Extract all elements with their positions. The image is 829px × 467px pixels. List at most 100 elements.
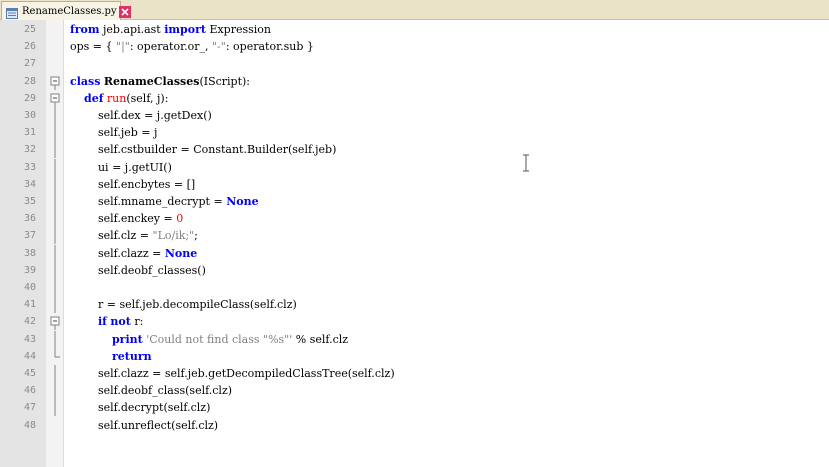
line-number: 40 bbox=[23, 282, 36, 293]
line-number: 26 bbox=[23, 41, 36, 53]
code-text: self.deobf_classes() bbox=[70, 262, 206, 279]
code-text: if not r: bbox=[70, 313, 143, 330]
fold-line-icon bbox=[47, 399, 63, 417]
code-line[interactable]: 37 self.clz = "Lo/ik;"; bbox=[0, 227, 829, 245]
code-token: : operator.or_, bbox=[129, 40, 212, 54]
code-text: self.clz = "Lo/ik;"; bbox=[70, 227, 198, 244]
code-token: % self.clz bbox=[292, 332, 349, 346]
code-token: ; bbox=[194, 229, 198, 243]
code-line[interactable]: 43 print 'Could not find class "%s"' % s… bbox=[0, 330, 829, 348]
keyword-token: import bbox=[164, 23, 206, 36]
code-line[interactable]: 25 from jeb.api.ast import Expression bbox=[0, 21, 829, 38]
code-line[interactable]: 46 self.deobf_class(self.clz) bbox=[0, 382, 829, 400]
code-line[interactable]: 34 self.encbytes = [] bbox=[0, 175, 829, 193]
code-line[interactable]: 39 self.deobf_classes() bbox=[0, 261, 829, 279]
line-number: 39 bbox=[23, 264, 36, 276]
code-line[interactable]: 44 return bbox=[0, 347, 829, 365]
tab-bar: RenameClasses.py bbox=[0, 0, 829, 20]
number-token: 0 bbox=[176, 212, 184, 226]
code-line[interactable]: 29 def run(self, j): bbox=[0, 90, 829, 107]
code-text: self.cstbuilder = Constant.Builder(self.… bbox=[70, 141, 336, 158]
code-token: r: bbox=[130, 315, 144, 329]
code-line[interactable]: 32 self.cstbuilder = Constant.Builder(se… bbox=[0, 141, 829, 159]
code-line[interactable]: 45 self.clazz = self.jeb.getDecompiledCl… bbox=[0, 365, 829, 382]
code-token: jeb.api.ast bbox=[99, 23, 165, 36]
code-line[interactable]: 48 self.unreflect(self.clz) bbox=[0, 417, 829, 434]
code-line[interactable]: 36 self.enckey = 0 bbox=[0, 210, 829, 228]
fold-line-icon bbox=[47, 279, 63, 296]
line-number: 32 bbox=[23, 144, 36, 156]
file-icon bbox=[6, 6, 18, 19]
code-line[interactable]: 40 bbox=[0, 279, 829, 296]
code-token: self.deobf_class(self.clz) bbox=[70, 384, 233, 398]
fold-line-icon bbox=[47, 141, 63, 159]
code-line[interactable]: 47 self.decrypt(self.clz) bbox=[0, 399, 829, 417]
line-number: 45 bbox=[23, 368, 36, 379]
code-token: ui = j.getUI() bbox=[70, 160, 172, 174]
code-token: (self, j): bbox=[126, 91, 169, 105]
code-token: self.clz = bbox=[70, 229, 153, 243]
line-number: 46 bbox=[23, 385, 36, 397]
keyword-token: from bbox=[70, 23, 100, 36]
code-line[interactable]: 27 bbox=[0, 55, 829, 72]
code-line[interactable]: 30 self.dex = j.getDex() bbox=[0, 107, 829, 124]
line-number: 47 bbox=[23, 402, 36, 414]
keyword-token: if bbox=[97, 315, 107, 329]
fold-line-icon bbox=[47, 261, 63, 279]
code-line[interactable]: 33 ui = j.getUI() bbox=[0, 158, 829, 176]
fold-line-icon bbox=[47, 330, 63, 348]
code-token: self.decrypt(self.clz) bbox=[70, 401, 211, 415]
fold-line-icon bbox=[47, 365, 63, 382]
keyword-token: None bbox=[164, 246, 198, 260]
fold-line-icon bbox=[47, 158, 63, 176]
tab-label: RenameClasses.py bbox=[22, 5, 117, 17]
fold-line-icon bbox=[47, 382, 63, 400]
line-number: 34 bbox=[23, 178, 36, 190]
line-number: 41 bbox=[23, 299, 36, 311]
close-icon[interactable] bbox=[118, 5, 131, 18]
code-line[interactable]: 31 self.jeb = j bbox=[0, 124, 829, 142]
fold-collapse-icon[interactable] bbox=[47, 73, 63, 90]
code-line[interactable]: 26 ops = { "|": operator.or_, "-": operat… bbox=[0, 38, 829, 55]
keyword-token: class bbox=[70, 74, 101, 88]
fold-line-icon bbox=[47, 296, 63, 314]
code-line[interactable]: 42 if not r: bbox=[0, 313, 829, 331]
tab-renameclasses[interactable]: RenameClasses.py bbox=[1, 1, 131, 20]
keyword-token: def bbox=[84, 91, 104, 105]
keyword-token: print bbox=[111, 332, 143, 346]
code-token: self.deobf_classes() bbox=[70, 263, 206, 277]
code-text: ui = j.getUI() bbox=[70, 159, 172, 176]
keyword-token: return bbox=[111, 349, 152, 363]
code-line[interactable]: 28 class RenameClasses(IScript): bbox=[0, 73, 829, 90]
string-token: "-" bbox=[212, 40, 226, 54]
keyword-token: not bbox=[110, 315, 131, 329]
code-token: self.enckey = bbox=[70, 212, 177, 226]
code-line[interactable]: 35 self.mname_decrypt = None bbox=[0, 193, 829, 210]
fold-collapse-icon[interactable] bbox=[47, 90, 63, 107]
code-token: (IScript): bbox=[199, 74, 251, 88]
code-token: r = self.jeb.decompileClass(self.clz) bbox=[70, 298, 297, 312]
line-number: 48 bbox=[23, 419, 36, 431]
string-token: 'Could not find class "%s"' bbox=[146, 332, 293, 346]
code-line[interactable]: 38 self.clazz = None bbox=[0, 244, 829, 262]
code-text: def run(self, j): bbox=[70, 90, 168, 107]
code-text: self.enckey = 0 bbox=[70, 210, 183, 227]
fold-line-icon bbox=[47, 244, 63, 262]
fold-collapse-icon[interactable] bbox=[47, 313, 63, 331]
code-text: self.encbytes = [] bbox=[70, 176, 195, 193]
code-token: Expression bbox=[205, 23, 272, 36]
keyword-token: None bbox=[226, 195, 259, 208]
line-number: 35 bbox=[23, 196, 36, 207]
code-text: self.unreflect(self.clz) bbox=[70, 417, 218, 434]
line-number: 37 bbox=[23, 230, 36, 242]
code-editor[interactable]: 25 from jeb.api.ast import Expression 26 op… bbox=[0, 20, 829, 467]
code-token: self.clazz = self.jeb.getDecompiledClass… bbox=[70, 367, 395, 380]
line-number: 27 bbox=[23, 58, 36, 70]
code-token: self.unreflect(self.clz) bbox=[70, 418, 219, 432]
code-line[interactable]: 41 r = self.jeb.decompileClass(self.clz) bbox=[0, 296, 829, 314]
string-token: "Lo/ik;" bbox=[152, 229, 195, 243]
text-cursor-icon bbox=[522, 154, 530, 172]
fold-line-icon bbox=[47, 175, 63, 193]
